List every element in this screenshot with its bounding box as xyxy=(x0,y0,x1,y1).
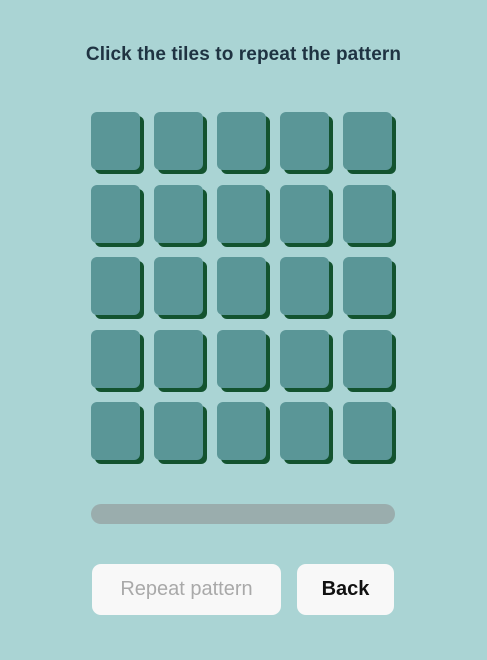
tile-r5-c3[interactable] xyxy=(217,402,266,460)
tile-r2-c1[interactable] xyxy=(91,185,140,243)
tile-r2-c3[interactable] xyxy=(217,185,266,243)
tile-r5-c4[interactable] xyxy=(280,402,329,460)
tile-r5-c2[interactable] xyxy=(154,402,203,460)
repeat-pattern-button[interactable]: Repeat pattern xyxy=(92,564,281,615)
tile-r2-c2[interactable] xyxy=(154,185,203,243)
tile-r3-c2[interactable] xyxy=(154,257,203,315)
tile-r4-c2[interactable] xyxy=(154,330,203,388)
tile-r1-c3[interactable] xyxy=(217,112,266,170)
tile-r1-c4[interactable] xyxy=(280,112,329,170)
tile-r4-c4[interactable] xyxy=(280,330,329,388)
tile-r3-c3[interactable] xyxy=(217,257,266,315)
tile-r3-c1[interactable] xyxy=(91,257,140,315)
tile-grid xyxy=(91,112,397,464)
tile-r4-c3[interactable] xyxy=(217,330,266,388)
tile-r1-c2[interactable] xyxy=(154,112,203,170)
tile-r1-c1[interactable] xyxy=(91,112,140,170)
tile-r2-c5[interactable] xyxy=(343,185,392,243)
tile-r3-c4[interactable] xyxy=(280,257,329,315)
back-button[interactable]: Back xyxy=(297,564,394,615)
tile-r3-c5[interactable] xyxy=(343,257,392,315)
progress-bar xyxy=(91,504,395,524)
tile-r2-c4[interactable] xyxy=(280,185,329,243)
tile-r5-c5[interactable] xyxy=(343,402,392,460)
tile-r1-c5[interactable] xyxy=(343,112,392,170)
tile-r4-c5[interactable] xyxy=(343,330,392,388)
tile-r4-c1[interactable] xyxy=(91,330,140,388)
instruction-text: Click the tiles to repeat the pattern xyxy=(85,44,402,65)
tile-r5-c1[interactable] xyxy=(91,402,140,460)
